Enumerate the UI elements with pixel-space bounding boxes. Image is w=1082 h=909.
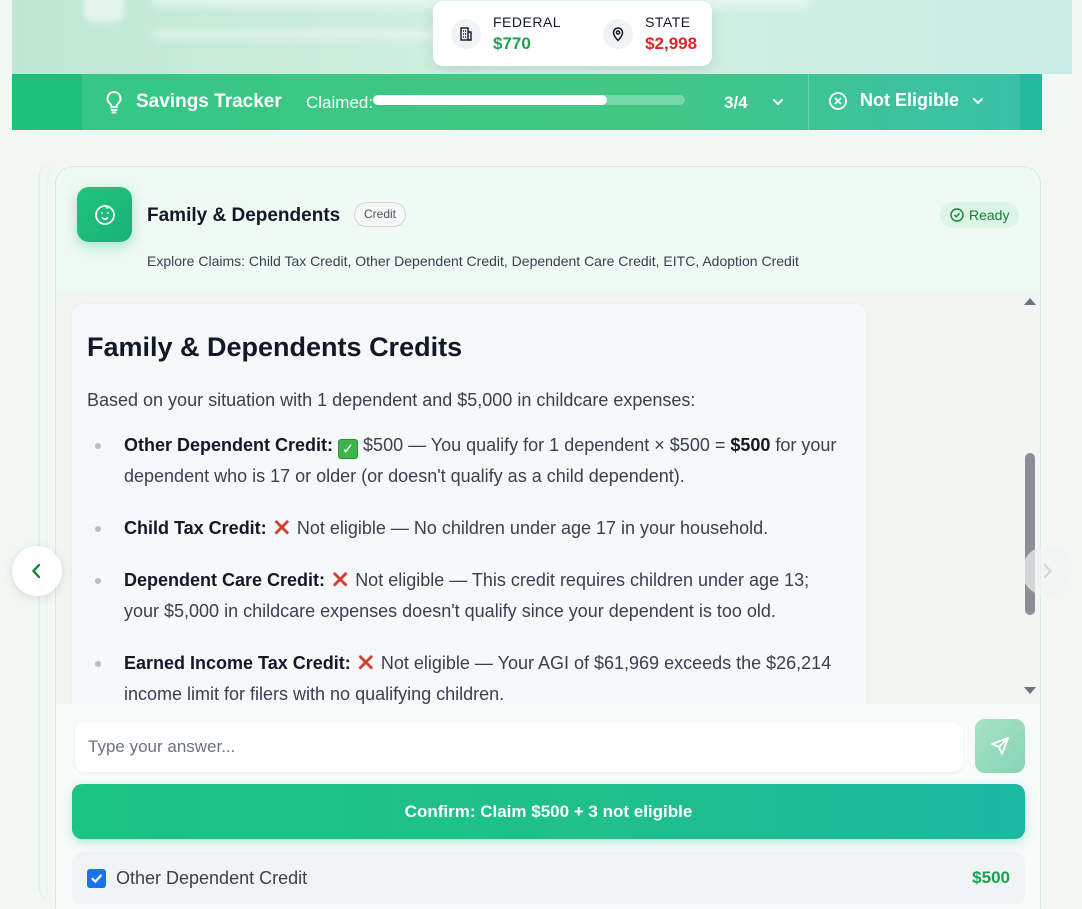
chevron-left-icon — [31, 563, 41, 579]
federal-label: FEDERAL — [493, 13, 562, 30]
chevron-right-icon — [1044, 564, 1052, 578]
credit-label: Other Dependent Credit: — [124, 435, 334, 455]
cross-mark-icon: ✕ — [355, 650, 376, 677]
status-label: Ready — [969, 207, 1010, 223]
state-label: STATE — [645, 13, 691, 30]
claim-checklist-row[interactable]: Other Dependent Credit $500 — [72, 852, 1025, 904]
progress-count: 3/4 — [724, 93, 748, 112]
answer-input[interactable] — [75, 722, 963, 772]
claimed-label: Claimed: — [306, 93, 374, 112]
scroll-up-arrow[interactable] — [1024, 298, 1036, 305]
check-circle-icon — [950, 208, 964, 222]
scroll-down-arrow[interactable] — [1024, 687, 1036, 694]
cross-mark-icon: ✕ — [330, 567, 351, 594]
explore-claims-text: Explore Claims: Child Tax Credit, Other … — [147, 253, 799, 269]
list-item: Child Tax Credit: ✕ Not eligible — No ch… — [87, 513, 847, 544]
banner-icon-blurred — [84, 0, 124, 22]
card-title: Family & Dependents — [147, 205, 341, 226]
claimed-progress-bar — [373, 95, 685, 105]
credit-label: Dependent Care Credit: — [124, 570, 326, 590]
chevron-down-icon[interactable] — [771, 95, 785, 109]
not-eligible-toggle[interactable]: Not Eligible — [828, 90, 985, 111]
baby-face-icon — [77, 187, 132, 242]
tracker-title-text: Savings Tracker — [136, 91, 282, 112]
chevron-down-icon — [973, 97, 983, 104]
federal-value: $770 — [493, 33, 531, 53]
map-pin-icon — [603, 18, 634, 49]
confirm-claim-button[interactable]: Confirm: Claim $500 + 3 not eligible — [72, 784, 1025, 839]
state-value: $2,998 — [645, 33, 698, 53]
send-icon — [991, 737, 1009, 755]
banner-subtitle-blurred — [152, 30, 452, 40]
credit-label: Child Tax Credit: — [124, 518, 267, 538]
message-intro: Based on your situation with 1 dependent… — [87, 390, 696, 410]
state-summary: STATE $2,998 — [603, 14, 697, 54]
lightbulb-icon — [106, 90, 122, 114]
send-button[interactable] — [975, 719, 1025, 773]
credit-text: Not eligible — No children under age 17 … — [296, 518, 769, 538]
previous-card-button[interactable] — [12, 546, 62, 596]
claimed-progress-fill — [373, 95, 607, 105]
claim-label: Other Dependent Credit — [116, 867, 308, 888]
claim-checkbox[interactable] — [87, 868, 106, 888]
check-icon — [91, 874, 102, 883]
x-circle-icon — [829, 91, 847, 110]
message-title: Family & Dependents Credits — [87, 332, 463, 362]
tracker-separator — [808, 74, 809, 130]
list-item: Other Dependent Credit: ✓ $500 — You qua… — [87, 430, 847, 492]
list-item: Earned Income Tax Credit: ✕ Not eligible… — [87, 648, 847, 704]
tax-summary-pill: FEDERAL $770 STATE $2,998 — [433, 1, 712, 66]
next-card-button[interactable] — [1022, 546, 1072, 596]
credit-amount: $500 — [730, 435, 771, 455]
claim-amount: $500 — [972, 868, 1010, 887]
not-eligible-label: Not Eligible — [860, 90, 959, 110]
assistant-message: Family & Dependents Credits Based on you… — [72, 304, 866, 704]
tracker-title: Savings Tracker — [104, 90, 282, 114]
credit-text: $500 — You qualify for 1 dependent × $50… — [363, 435, 731, 455]
list-item: Dependent Care Credit: ✕ Not eligible — … — [87, 565, 847, 627]
chat-scroll-area[interactable]: Family & Dependents Credits Based on you… — [56, 292, 1040, 704]
federal-summary: FEDERAL $770 — [451, 14, 561, 54]
cross-mark-icon: ✕ — [271, 515, 292, 542]
credit-badge: Credit — [354, 202, 407, 227]
credit-results-list: Other Dependent Credit: ✓ $500 — You qua… — [87, 430, 847, 704]
credit-label: Earned Income Tax Credit: — [124, 653, 351, 673]
status-badge: Ready — [940, 202, 1020, 228]
check-mark-icon: ✓ — [338, 439, 359, 459]
building-icon — [451, 18, 481, 49]
